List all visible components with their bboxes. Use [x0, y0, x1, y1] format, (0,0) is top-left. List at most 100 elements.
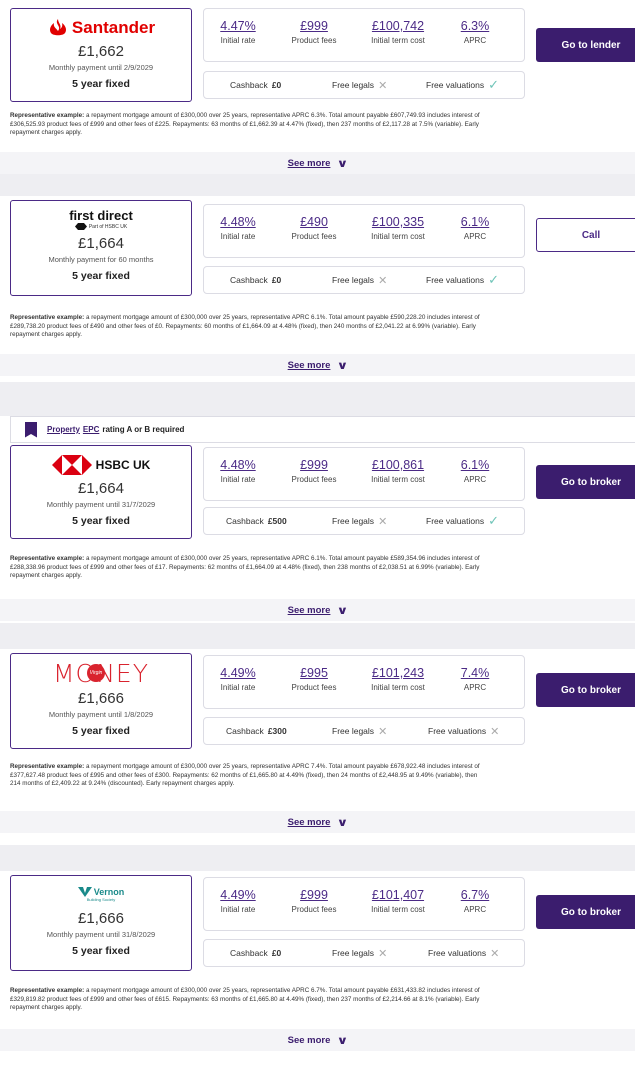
go-to-broker-button[interactable]: Go to broker: [536, 465, 635, 499]
stat-value[interactable]: 6.1%: [440, 458, 510, 472]
stat-value[interactable]: 4.49%: [204, 888, 272, 902]
monthly-note: Monthly payment until 1/8/2029: [48, 710, 154, 719]
stats-box: 4.47% Initial rate £999 Product fees £100,…: [203, 8, 525, 62]
cashback-label: Cashback: [226, 516, 264, 526]
stat-value[interactable]: £100,742: [356, 19, 440, 33]
check-icon: ✓: [488, 272, 500, 287]
stat-value[interactable]: £100,861: [356, 458, 440, 472]
cashback-feature: Cashback £300: [226, 726, 287, 736]
chevron-down-icon: ∨: [337, 157, 349, 170]
legals-label: Free legals: [332, 726, 375, 736]
stat-product-fees[interactable]: £999 Product fees: [272, 458, 356, 500]
legals-label: Free legals: [332, 948, 375, 958]
stat-initial-term-cost[interactable]: £100,861 Initial term cost: [356, 458, 440, 500]
go-to-broker-button[interactable]: Go to broker: [536, 895, 635, 929]
stat-product-fees[interactable]: £999 Product fees: [272, 888, 356, 930]
lender-box[interactable]: Santander £1,662 Monthly payment until 2…: [10, 8, 192, 102]
valuations-feature: Free valuations ✓: [426, 77, 499, 93]
stat-aprc[interactable]: 6.1% APRC: [440, 215, 510, 257]
bookmark-icon: [25, 421, 37, 438]
rep-line: £377,627.48 product fees of £995 and oth…: [10, 771, 478, 779]
stat-initial-term-cost[interactable]: £100,335 Initial term cost: [356, 215, 440, 257]
stat-initial-rate[interactable]: 4.49% Initial rate: [204, 888, 272, 930]
stat-initial-term-cost[interactable]: £100,742 Initial term cost: [356, 19, 440, 61]
stat-value[interactable]: 4.47%: [204, 19, 272, 33]
lender-sub-text: Part of HSBC UK: [88, 223, 128, 230]
cashback-value: £0: [271, 80, 282, 90]
stats-box: 4.48% Initial rate £999 Product fees £100,…: [203, 447, 525, 501]
rep-line: £289,738.20 product fees of £490 and oth…: [10, 322, 476, 330]
rep-line: a repayment mortgage amount of £300,000 …: [84, 555, 480, 562]
see-more-button[interactable]: See more ∨: [0, 811, 635, 833]
stat-initial-rate[interactable]: 4.47% Initial rate: [204, 19, 272, 61]
stat-aprc[interactable]: 6.7% APRC: [440, 888, 510, 930]
stat-value[interactable]: 6.7%: [440, 888, 510, 902]
stat-label: Initial rate: [220, 232, 256, 241]
lender-box[interactable]: first direct Part of HSBC UK £1,664 Mont…: [10, 200, 192, 296]
stat-initial-rate[interactable]: 4.48% Initial rate: [204, 458, 272, 500]
go-to-broker-button[interactable]: Go to broker: [536, 673, 635, 707]
stat-value[interactable]: £995: [272, 666, 356, 680]
stat-product-fees[interactable]: £999 Product fees: [272, 19, 356, 61]
deal-card: Santander £1,662 Monthly payment until 2…: [0, 0, 635, 174]
stat-value[interactable]: 4.49%: [204, 666, 272, 680]
x-icon: ✕: [378, 947, 388, 960]
legals-feature: Free legals ✕: [332, 947, 387, 960]
santander-logo: Santander: [11, 15, 191, 41]
representative-example: Representative example: a repayment mort…: [0, 751, 635, 807]
see-more-button[interactable]: See more ∨: [0, 1029, 635, 1051]
stat-value[interactable]: £490: [272, 215, 356, 229]
stat-aprc[interactable]: 7.4% APRC: [440, 666, 510, 708]
valuations-feature: Free valuations ✕: [428, 725, 499, 738]
deal-card: MONEY Virgin £1,666 Monthly payment unti…: [0, 649, 635, 845]
stat-label: APRC: [463, 232, 487, 241]
lender-box[interactable]: HSBC UK £1,664 Monthly payment until 31/…: [10, 445, 192, 539]
chevron-down-icon: ∨: [337, 359, 349, 372]
stat-aprc[interactable]: 6.1% APRC: [440, 458, 510, 500]
stat-product-fees[interactable]: £995 Product fees: [272, 666, 356, 708]
legals-feature: Free legals ✕: [332, 79, 387, 92]
features-box: Cashback £0 Free legals ✕ Free valuations ✓: [203, 266, 525, 294]
virgin-money-logo: MONEY Virgin: [11, 658, 191, 688]
stat-value[interactable]: £101,243: [356, 666, 440, 680]
see-more-button[interactable]: See more ∨: [0, 354, 635, 376]
hsbc-hexagon-icon: [74, 223, 87, 230]
stat-value[interactable]: £100,335: [356, 215, 440, 229]
stat-aprc[interactable]: 6.3% APRC: [440, 19, 510, 61]
stat-initial-rate[interactable]: 4.48% Initial rate: [204, 215, 272, 257]
legals-label: Free legals: [332, 516, 375, 526]
stat-initial-rate[interactable]: 4.49% Initial rate: [204, 666, 272, 708]
property-link[interactable]: Property: [47, 425, 80, 434]
call-button[interactable]: Call: [536, 218, 635, 252]
cashback-label: Cashback: [226, 726, 264, 736]
separator: [0, 382, 635, 416]
x-icon: ✕: [378, 79, 388, 92]
epc-text: rating A or B required: [102, 425, 185, 434]
representative-example: Representative example: a repayment mort…: [0, 102, 635, 148]
stat-value[interactable]: 4.48%: [204, 215, 272, 229]
stat-value[interactable]: £999: [272, 19, 356, 33]
stat-value[interactable]: £999: [272, 458, 356, 472]
see-more-button[interactable]: See more ∨: [0, 152, 635, 174]
stats-box: 4.49% Initial rate £999 Product fees £101,…: [203, 877, 525, 931]
lender-box[interactable]: Vernon Building Society £1,666 Monthly p…: [10, 875, 192, 971]
see-more-button[interactable]: See more ∨: [0, 599, 635, 621]
stat-value[interactable]: 6.3%: [440, 19, 510, 33]
features-box: Cashback £300 Free legals ✕ Free valuation…: [203, 717, 525, 745]
stat-initial-term-cost[interactable]: £101,407 Initial term cost: [356, 888, 440, 930]
stat-value[interactable]: £999: [272, 888, 356, 902]
lender-name: first direct: [69, 208, 133, 223]
valuations-feature: Free valuations ✓: [426, 513, 499, 529]
stat-value[interactable]: £101,407: [356, 888, 440, 902]
lender-box[interactable]: MONEY Virgin £1,666 Monthly payment unti…: [10, 653, 192, 749]
stat-value[interactable]: 4.48%: [204, 458, 272, 472]
stat-product-fees[interactable]: £490 Product fees: [272, 215, 356, 257]
epc-link[interactable]: EPC: [83, 425, 99, 434]
stat-value[interactable]: 7.4%: [440, 666, 510, 680]
x-icon: ✕: [378, 515, 388, 528]
stat-label: Initial rate: [220, 36, 256, 45]
stat-value[interactable]: 6.1%: [440, 215, 510, 229]
stat-initial-term-cost[interactable]: £101,243 Initial term cost: [356, 666, 440, 708]
go-to-lender-button[interactable]: Go to lender: [536, 28, 635, 62]
stat-label: APRC: [463, 36, 487, 45]
